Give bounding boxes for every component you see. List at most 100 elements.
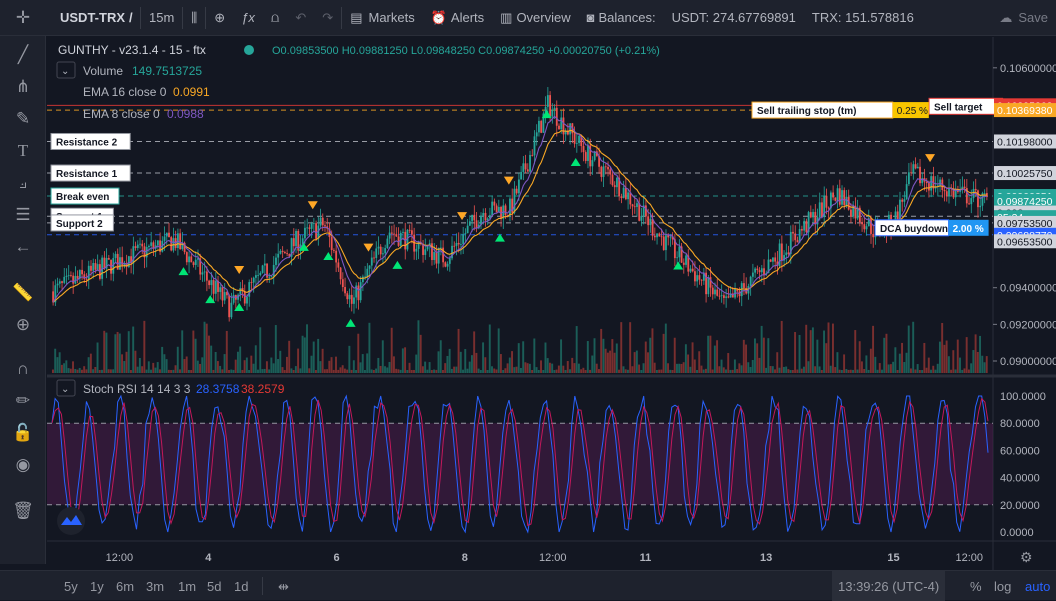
range-1d[interactable]: 1d bbox=[234, 579, 248, 594]
candle-body bbox=[279, 250, 282, 254]
candle-style-icon[interactable]: ⫼ bbox=[183, 0, 205, 36]
lock-drawing-icon[interactable]: ✏ bbox=[12, 390, 34, 412]
overview-button[interactable]: ▥ Overview bbox=[492, 0, 578, 36]
candle-body bbox=[569, 123, 572, 135]
candle-body bbox=[645, 205, 647, 217]
candle-body bbox=[114, 253, 117, 259]
volume-bar bbox=[658, 369, 661, 373]
unlock-icon[interactable]: 🔓 bbox=[12, 422, 34, 444]
text-icon[interactable]: T bbox=[12, 140, 34, 162]
volume-bar bbox=[691, 342, 694, 373]
eye-icon[interactable]: ◉ bbox=[12, 454, 34, 476]
volume-bar bbox=[542, 369, 545, 373]
log-toggle[interactable]: log bbox=[994, 579, 1011, 594]
zoom-in-icon[interactable]: ⊕ bbox=[12, 314, 34, 336]
volume-bar bbox=[72, 361, 74, 373]
interval-button[interactable]: 15m bbox=[141, 0, 182, 36]
stoch-tick-label: 0.0000 bbox=[1000, 527, 1034, 539]
y-tick-label: 0.09000000 bbox=[1000, 356, 1056, 368]
range-5d[interactable]: 5d bbox=[207, 579, 221, 594]
candle-body bbox=[205, 271, 208, 281]
volume-bar bbox=[600, 328, 603, 373]
chevron-down-icon[interactable]: ⌄ bbox=[61, 66, 69, 77]
chart-area[interactable]: Resistance 2 Resistance 1 Break even Suppor… bbox=[47, 37, 1056, 570]
candle-body bbox=[558, 125, 560, 130]
magnet-icon[interactable]: ∩ bbox=[12, 358, 34, 380]
range-3m[interactable]: 3m bbox=[146, 579, 164, 594]
candle-body bbox=[836, 188, 839, 201]
volume-bar bbox=[647, 352, 649, 373]
volume-bar bbox=[408, 362, 411, 373]
clock-readout[interactable]: 13:39:26 (UTC-4) bbox=[832, 571, 946, 601]
volume-bar bbox=[270, 357, 273, 373]
volume-bar bbox=[138, 357, 141, 373]
chevron-down-icon[interactable]: ⌄ bbox=[61, 384, 69, 395]
range-5y[interactable]: 5y bbox=[64, 579, 78, 594]
trend-line-icon[interactable]: ╱ bbox=[12, 44, 34, 66]
volume-bar bbox=[263, 368, 266, 373]
candle-body bbox=[395, 234, 398, 237]
candle-body bbox=[930, 176, 933, 191]
volume-bar bbox=[92, 369, 95, 373]
range-1m[interactable]: 1m bbox=[178, 579, 196, 594]
candle-body bbox=[221, 287, 224, 301]
ruler-icon[interactable]: 📏 bbox=[12, 282, 34, 304]
volume-bar bbox=[981, 355, 984, 373]
back-arrow-icon[interactable]: ← bbox=[12, 236, 34, 258]
goto-date-icon[interactable]: ⇹ bbox=[278, 579, 289, 595]
percent-toggle[interactable]: % bbox=[970, 579, 982, 594]
balances-button[interactable]: ◙ Balances: bbox=[579, 0, 664, 36]
candle-body bbox=[919, 166, 921, 184]
prediction-icon[interactable]: ☰ bbox=[12, 204, 34, 226]
candle-body bbox=[743, 283, 745, 288]
candle-body bbox=[843, 190, 846, 206]
volume-bar bbox=[713, 345, 716, 373]
candle-body bbox=[863, 224, 866, 230]
brush-icon[interactable]: ✎ bbox=[12, 108, 34, 130]
save-button[interactable]: ☁ Save bbox=[991, 0, 1056, 36]
templates-icon[interactable]: ⩍ bbox=[263, 0, 287, 36]
volume-bar bbox=[669, 369, 672, 373]
volume-bar bbox=[684, 344, 687, 373]
stoch-tick-label: 20.0000 bbox=[1000, 500, 1040, 512]
volume-bar bbox=[399, 369, 402, 373]
trash-icon[interactable]: 🗑 bbox=[12, 500, 34, 522]
range-1y[interactable]: 1y bbox=[90, 579, 104, 594]
volume-bar bbox=[718, 366, 721, 373]
candle-body bbox=[165, 232, 168, 237]
pattern-icon[interactable]: ⟓ bbox=[12, 172, 34, 194]
candle-body bbox=[134, 246, 137, 248]
pitchfork-icon[interactable]: ⋔ bbox=[12, 76, 34, 98]
candle-body bbox=[573, 133, 576, 144]
undo-icon[interactable]: ↶ bbox=[287, 0, 314, 36]
volume-bar bbox=[571, 357, 574, 373]
auto-toggle[interactable]: auto bbox=[1025, 579, 1050, 594]
x-tick-label: 4 bbox=[205, 552, 212, 564]
gear-icon[interactable]: ⚙ bbox=[1020, 549, 1033, 565]
volume-bar bbox=[818, 366, 821, 373]
volume-bar bbox=[673, 337, 676, 373]
volume-bar bbox=[482, 342, 485, 373]
candle-body bbox=[194, 259, 197, 265]
volume-bar bbox=[557, 365, 560, 373]
candle-body bbox=[656, 233, 658, 238]
candle-body bbox=[72, 275, 75, 284]
crosshair-icon[interactable]: ✛ bbox=[12, 7, 34, 29]
alerts-button[interactable]: ⏰ Alerts bbox=[423, 0, 492, 36]
candle-body bbox=[304, 227, 306, 239]
candle-body bbox=[437, 247, 440, 264]
candle-body bbox=[616, 177, 618, 188]
range-6m[interactable]: 6m bbox=[116, 579, 134, 594]
markets-button[interactable]: ▤ Markets bbox=[342, 0, 423, 36]
compare-add-icon[interactable]: ⊕ bbox=[206, 0, 233, 36]
candle-body bbox=[63, 276, 66, 283]
volume-bar bbox=[132, 326, 135, 373]
trx-balance: TRX: 151.578816 bbox=[811, 10, 914, 25]
redo-icon[interactable]: ↷ bbox=[314, 0, 341, 36]
volume-bar bbox=[785, 366, 788, 373]
volume-bar bbox=[470, 355, 473, 373]
indicators-icon[interactable]: ƒx bbox=[233, 0, 263, 36]
overview-label: Overview bbox=[516, 10, 571, 25]
candle-body bbox=[600, 166, 603, 177]
volume-bar bbox=[945, 340, 948, 373]
